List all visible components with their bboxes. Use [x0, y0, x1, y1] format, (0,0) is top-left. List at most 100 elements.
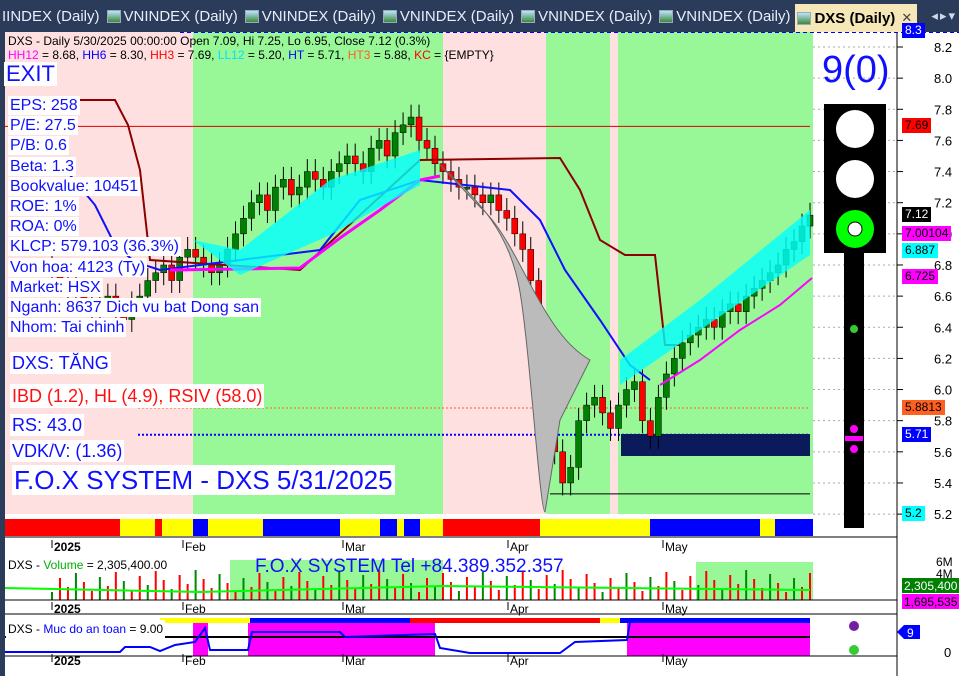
trend-strip-segment [404, 519, 420, 536]
level-text: = 8.30, [106, 48, 151, 62]
trend-strip-segment [5, 519, 120, 536]
candle-body [655, 397, 662, 437]
price-axis-label: 7.69 [902, 118, 932, 134]
candle-body [383, 140, 391, 157]
volume-label: 1,695,535 [904, 595, 958, 609]
info-roa: ROA: 0% [8, 217, 79, 237]
level-text: LL12 [217, 48, 245, 62]
candle-body [615, 404, 622, 429]
level-text: = 5.88, [370, 48, 415, 62]
chart-icon [382, 9, 397, 23]
tab-vnindex[interactable]: VNINDEX (Daily) [657, 0, 795, 32]
tab-label: VNINDEX (Daily) [399, 7, 515, 25]
trend-strip-segment [263, 519, 340, 536]
month-label: Apr [510, 540, 529, 554]
candle-body [343, 155, 351, 165]
level-text: HH3 [150, 48, 175, 62]
chart-icon [797, 11, 812, 25]
info-beta: Beta: 1.3 [8, 156, 77, 176]
level-text: = 8.68, [38, 48, 83, 62]
month-label: Mar [345, 540, 366, 554]
price-chart[interactable]: 8.28.07.87.67.47.27.06.86.66.46.26.05.85… [0, 32, 959, 676]
candle-body [639, 381, 646, 421]
trend-strip-segment [380, 519, 397, 536]
tab-vnindex[interactable]: VNINDEX (Daily) [381, 0, 519, 32]
candle-body [431, 147, 439, 165]
month-label: Apr [510, 602, 529, 616]
candle-body [671, 358, 678, 375]
traffic-light-pole [844, 250, 864, 528]
level-text: HT [288, 48, 305, 62]
info-nganh: Nganh: 8637 Dich vu bat Dong san [8, 298, 262, 317]
level-text: KC [414, 48, 431, 62]
y-tick-label: 7.2 [934, 196, 952, 211]
y-tick-label: 6.2 [934, 351, 952, 366]
info-nhom: Nhom: Tai chinh [8, 318, 127, 338]
price-axis-label: 5.71 [902, 426, 932, 442]
signal-dot [850, 325, 858, 333]
tab-vnindex[interactable]: VNINDEX (Daily) [105, 0, 243, 32]
month-label: Mar [345, 602, 366, 616]
tab-label: VNINDEX (Daily) [676, 7, 791, 25]
trend-strip-segment [540, 519, 650, 536]
price-axis-label: 6.725 [902, 268, 939, 284]
tab-vnindex[interactable]: VNINDEX (Daily) [243, 0, 381, 32]
safety-strip [600, 618, 620, 623]
y-tick-label: 6.0 [934, 383, 952, 398]
info-bookvalue: Bookvalue: 10451 [8, 176, 141, 196]
score-label: 9(0) [822, 49, 890, 91]
candle-body [304, 171, 311, 188]
safety-strip [410, 618, 600, 623]
signal-dot [850, 425, 858, 433]
trend-strip-segment [155, 519, 162, 536]
signal-bar [845, 436, 863, 441]
safety-title: DXS - Muc do an toan = 9.00 [6, 620, 166, 639]
level-text: HH12 [8, 48, 39, 62]
levels-line: HH12 = 8.68, HH6 = 8.30, HH3 = 7.69, LL1… [8, 48, 494, 62]
trend-strip-segment [397, 519, 404, 536]
trend-strip-segment [120, 519, 155, 536]
level-text: = {EMPTY} [430, 48, 494, 62]
ht-zone [621, 434, 810, 456]
candle-body [288, 179, 295, 196]
tab-vnindex[interactable]: VNINDEX (Daily) [519, 0, 657, 32]
fox-banner: F.O.X SYSTEM - DXS 5/31/2025 [12, 465, 395, 495]
tab-dxs-active[interactable]: DXS (Daily) ✕ [795, 4, 918, 32]
ibd-label: IBD (1.2), HL (4.9), RSIV (58.0) [10, 384, 265, 408]
signal-label: EXIT [4, 61, 57, 86]
quote-header: DXS - Daily 5/30/2025 00:00:00 Open 7.09… [6, 34, 496, 62]
tab-vnindex[interactable]: IINDEX (Daily) [0, 0, 105, 32]
candle-body [144, 280, 151, 297]
y-tick-label: 6.6 [934, 289, 952, 304]
tab-label: IINDEX (Daily) [2, 7, 100, 25]
info-pb: P/B: 0.6 [8, 136, 69, 156]
candle-body [679, 342, 686, 359]
candle-body [471, 186, 479, 196]
chart-icon [244, 9, 259, 23]
tab-scroll-arrows-icon[interactable]: ◂▸▾ [931, 8, 957, 24]
candle-body [351, 155, 359, 165]
level-text: = 5.71, [304, 48, 348, 62]
info-vonhoa: Von hoa: 4123 (Ty) [8, 257, 148, 277]
candle-body [591, 397, 598, 406]
y-tick-label: 5.2 [934, 507, 952, 522]
level-text: HT3 [347, 48, 371, 62]
candle-body [663, 373, 670, 398]
candle-body [335, 163, 343, 172]
candle-body [527, 249, 534, 281]
candle-body [647, 420, 654, 437]
rs-label: RS: 43.0 [10, 414, 85, 436]
y-tick-label: 7.6 [934, 133, 952, 148]
price-axis-label: 6.887 [902, 243, 939, 259]
chart-icon [106, 9, 121, 23]
month-label: Feb [185, 654, 206, 668]
trend-label: DXS: TĂNG [10, 352, 111, 374]
y-tick-label: 6.4 [934, 320, 952, 335]
tab-label: DXS (Daily) [814, 9, 896, 27]
quote-line: DXS - Daily 5/30/2025 00:00:00 Open 7.09… [8, 34, 431, 48]
month-label: Mar [345, 654, 366, 668]
tab-label: VNINDEX (Daily) [123, 7, 238, 25]
trend-strip-segment [420, 519, 443, 536]
y-tick-label: 5.6 [934, 445, 952, 460]
level-text: = 7.69, [174, 48, 218, 62]
